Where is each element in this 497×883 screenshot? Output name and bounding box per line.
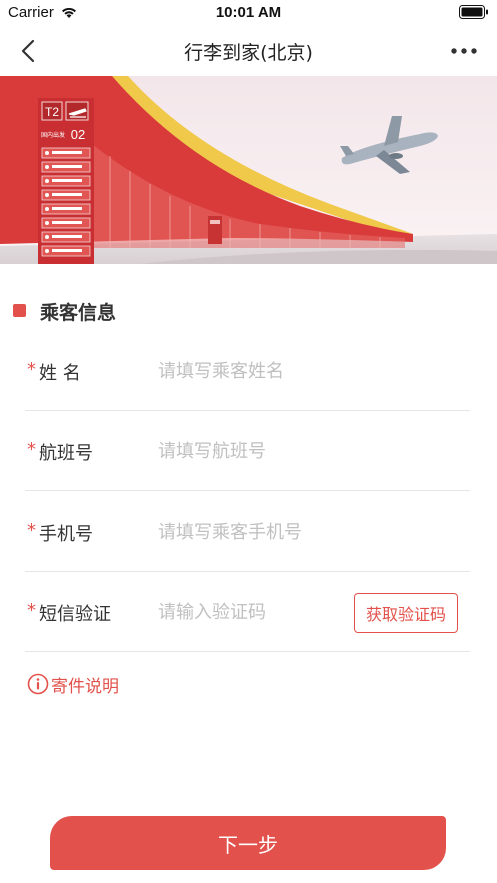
passenger-info-section-header: 乘客信息	[13, 296, 473, 326]
name-row: * 姓 名	[25, 331, 470, 411]
airport-banner: T2 国内出发 02	[0, 76, 497, 264]
flight-row: * 航班号	[25, 411, 470, 491]
banner-illustration: T2 国内出发 02	[0, 76, 497, 264]
required-mark: *	[27, 520, 36, 541]
shipping-info-link[interactable]: 寄件说明	[27, 670, 119, 698]
required-mark: *	[27, 359, 36, 380]
status-time: 10:01 AM	[215, 4, 282, 21]
gate-label: 02	[71, 127, 85, 142]
name-input[interactable]	[158, 355, 348, 387]
sms-label: 短信验证	[39, 604, 111, 625]
info-icon	[27, 673, 49, 695]
section-marker	[13, 304, 26, 317]
sign-text: 国内出发	[41, 131, 65, 139]
section-title: 乘客信息	[40, 302, 117, 324]
required-mark: *	[27, 600, 36, 621]
page-title: 行李到家(北京)	[184, 42, 313, 64]
phone-input[interactable]	[158, 516, 348, 548]
next-step-button[interactable]: 下一步	[50, 816, 446, 870]
status-bar: Carrier 10:01 AM	[0, 0, 497, 26]
name-label: 姓 名	[39, 363, 81, 384]
more-dots-icon[interactable]	[449, 41, 479, 61]
required-mark: *	[27, 439, 36, 460]
flight-label: 航班号	[39, 443, 93, 464]
flight-number-input[interactable]	[158, 435, 348, 467]
terminal-label: T2	[45, 105, 59, 119]
phone-row: * 手机号	[25, 492, 470, 572]
battery-icon	[459, 5, 488, 19]
sms-row: * 短信验证 获取验证码	[25, 572, 470, 652]
phone-label: 手机号	[39, 524, 93, 545]
get-code-button[interactable]: 获取验证码	[354, 593, 458, 633]
nav-bar: 行李到家(北京)	[0, 26, 497, 76]
shipping-info-label: 寄件说明	[51, 676, 119, 697]
sms-code-input[interactable]	[158, 596, 348, 628]
